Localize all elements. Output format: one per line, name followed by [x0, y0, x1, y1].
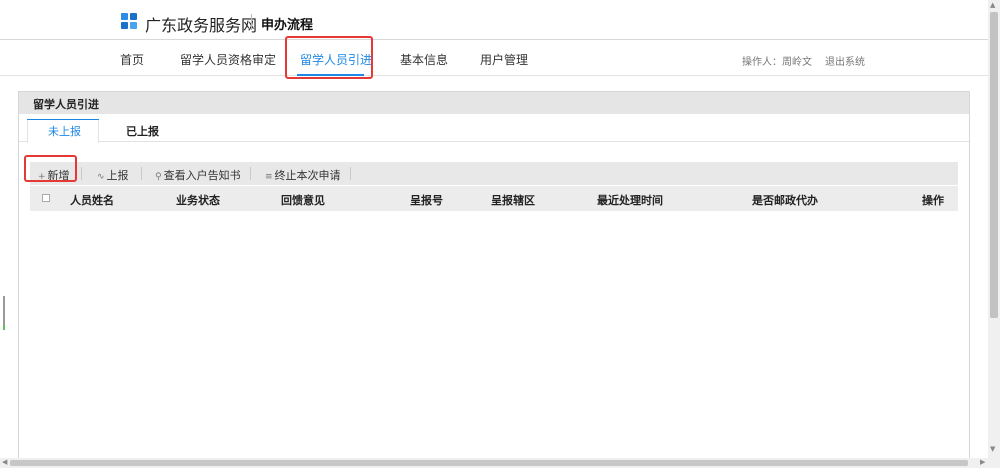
horizontal-scrollbar[interactable]: ◀ ▶	[0, 458, 1000, 468]
header-divider	[251, 14, 252, 30]
col-actions[interactable]: 操作	[922, 192, 944, 208]
table-header: 人员姓名 业务状态 回馈意见 呈报号 呈报辖区 最近处理时间 是否邮政代办 操作	[30, 186, 958, 211]
scroll-right-icon[interactable]: ▶	[980, 458, 985, 466]
content-panel: 留学人员引进 未上报 已上报 + 新增 ∿ 上报 ⚲ 查看入户告知书 ≡ 终止本次申请 …	[18, 91, 970, 459]
scroll-down-icon[interactable]: ▼	[990, 445, 995, 453]
horizontal-scroll-thumb[interactable]	[10, 460, 968, 466]
report-button-label: 上报	[106, 169, 129, 182]
col-last-processed-time[interactable]: 最近处理时间	[597, 192, 663, 208]
tab-unreported[interactable]: 未上报	[48, 123, 81, 139]
tab-active-line	[27, 119, 99, 120]
tab-reported[interactable]: 已上报	[126, 123, 159, 139]
view-notice-button-label: 查看入户告知书	[163, 169, 241, 182]
panel-title: 留学人员引进	[33, 98, 99, 111]
terminate-application-button[interactable]: ≡ 终止本次申请	[265, 167, 341, 183]
site-logo-icon	[121, 13, 137, 29]
col-name[interactable]: 人员姓名	[70, 192, 114, 208]
col-report-district[interactable]: 呈报辖区	[491, 192, 535, 208]
select-all-checkbox[interactable]	[42, 194, 50, 202]
col-feedback[interactable]: 回馈意见	[281, 192, 325, 208]
scroll-up-icon[interactable]: ▲	[990, 1, 995, 9]
nav-basic-info[interactable]: 基本信息	[400, 51, 448, 68]
terminate-application-button-label: 终止本次申请	[274, 169, 341, 182]
add-button-highlight-box	[24, 155, 77, 182]
site-name: 广东政务服务网	[145, 16, 258, 35]
nav-highlight-box	[285, 36, 373, 79]
operator-label: 操作人：周岭文	[742, 57, 812, 68]
nav-user-management[interactable]: 用户管理	[480, 51, 528, 68]
toolbar-separator	[81, 167, 82, 180]
nav-qualification-review[interactable]: 留学人员资格审定	[180, 51, 276, 68]
scroll-left-icon[interactable]: ◀	[2, 458, 7, 466]
main-nav: 首页 留学人员资格审定 留学人员引进 基本信息 用户管理 操作人：周岭文 退出系…	[0, 39, 988, 76]
status-tabs: 未上报 已上报	[19, 114, 969, 143]
nav-home[interactable]: 首页	[120, 51, 144, 68]
col-report-number[interactable]: 呈报号	[410, 192, 443, 208]
view-notice-button[interactable]: ⚲ 查看入户告知书	[155, 167, 241, 183]
report-button[interactable]: ∿ 上报	[97, 167, 129, 183]
col-status[interactable]: 业务状态	[176, 192, 220, 208]
left-edge-marker	[3, 296, 5, 325]
logout-link[interactable]: 退出系统	[825, 53, 865, 68]
panel-title-bar: 留学人员引进	[19, 92, 969, 114]
col-postal-agency[interactable]: 是否邮政代办	[752, 192, 818, 208]
vertical-scroll-thumb[interactable]	[990, 12, 998, 318]
toolbar-separator	[350, 167, 351, 180]
vertical-scrollbar[interactable]: ▲ ▼	[988, 0, 1000, 458]
toolbar: + 新增 ∿ 上报 ⚲ 查看入户告知书 ≡ 终止本次申请	[30, 162, 958, 185]
page-name: 申办流程	[261, 18, 314, 33]
search-icon: ⚲	[155, 172, 162, 182]
site-header: 广东政务服务网 申办流程	[0, 0, 988, 39]
report-icon: ∿	[97, 172, 105, 182]
left-edge-marker-green	[3, 325, 5, 330]
list-icon: ≡	[265, 172, 273, 182]
toolbar-separator	[141, 167, 142, 180]
toolbar-separator	[250, 167, 251, 180]
